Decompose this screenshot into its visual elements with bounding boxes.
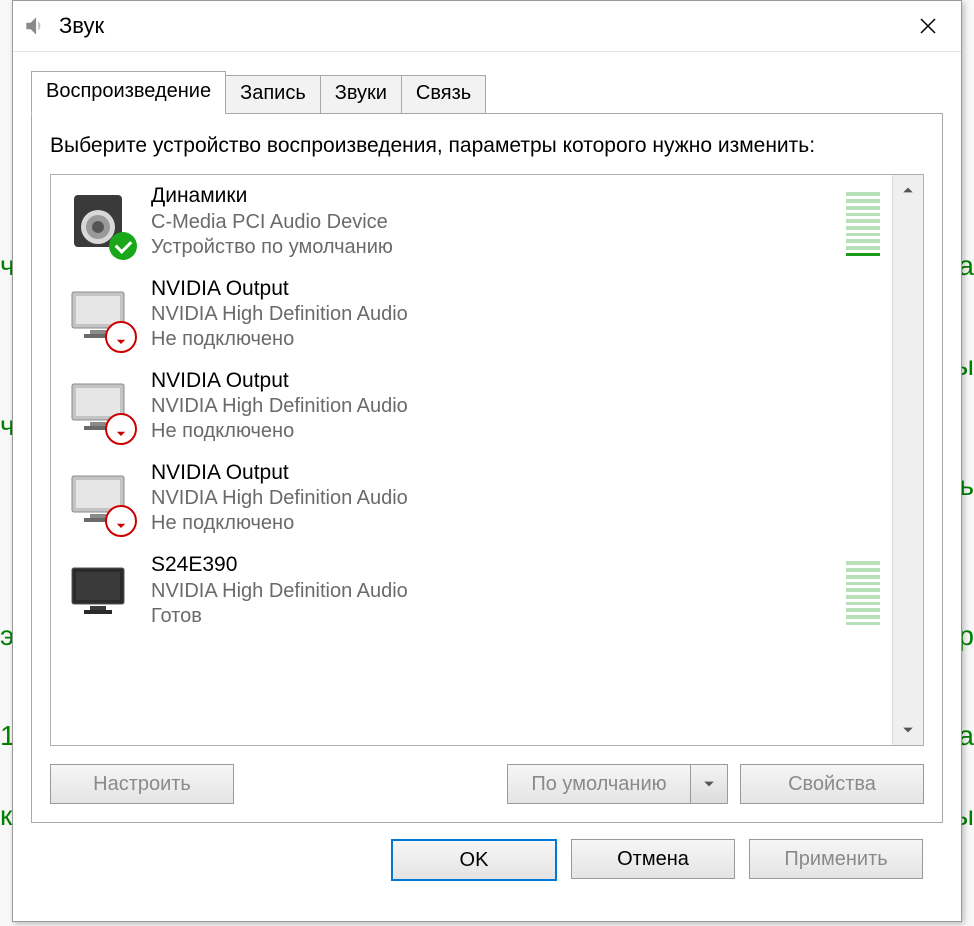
set-default-dropdown[interactable]	[690, 764, 728, 804]
app-icon	[21, 12, 49, 40]
tab-panel-playback: Выберите устройство воспроизведения, пар…	[31, 113, 943, 823]
tab-playback[interactable]: Воспроизведение	[31, 71, 226, 114]
scroll-down-button[interactable]	[893, 715, 923, 745]
titlebar: Звук	[13, 1, 961, 52]
properties-button[interactable]: Свойства	[740, 764, 924, 804]
device-row[interactable]: S24E390NVIDIA High Definition AudioГотов	[51, 544, 892, 636]
device-status: Устройство по умолчанию	[151, 235, 393, 260]
apply-button[interactable]: Применить	[749, 839, 923, 879]
volume-meter	[846, 555, 880, 625]
tab-sounds[interactable]: Звуки	[320, 75, 402, 114]
window-title: Звук	[59, 13, 104, 39]
device-row[interactable]: ДинамикиC-Media PCI Audio DeviceУстройст…	[51, 175, 892, 267]
device-text: S24E390NVIDIA High Definition AudioГотов	[151, 552, 408, 628]
set-default-split-button[interactable]: По умолчанию	[507, 764, 728, 804]
device-row[interactable]: NVIDIA OutputNVIDIA High Definition Audi…	[51, 360, 892, 452]
device-text: NVIDIA OutputNVIDIA High Definition Audi…	[151, 460, 408, 536]
tab-recording[interactable]: Запись	[225, 75, 321, 114]
close-button[interactable]	[903, 6, 953, 46]
device-desc: C-Media PCI Audio Device	[151, 210, 393, 235]
volume-meter	[846, 186, 880, 256]
device-name: NVIDIA Output	[151, 368, 408, 394]
scroll-up-button[interactable]	[893, 175, 923, 205]
scroll-track[interactable]	[893, 205, 923, 715]
device-icon	[63, 463, 133, 533]
device-list[interactable]: ДинамикиC-Media PCI Audio DeviceУстройст…	[50, 174, 924, 746]
device-desc: NVIDIA High Definition Audio	[151, 579, 408, 604]
device-icon	[63, 371, 133, 441]
device-row[interactable]: NVIDIA OutputNVIDIA High Definition Audi…	[51, 452, 892, 544]
device-row[interactable]: NVIDIA OutputNVIDIA High Definition Audi…	[51, 268, 892, 360]
default-badge-icon	[109, 232, 137, 260]
device-status: Не подключено	[151, 327, 408, 352]
device-desc: NVIDIA High Definition Audio	[151, 302, 408, 327]
ok-button[interactable]: OK	[391, 839, 557, 881]
device-name: NVIDIA Output	[151, 276, 408, 302]
sound-dialog: Звук Воспроизведение Запись Звуки Связь …	[12, 0, 962, 922]
disconnected-badge-icon	[105, 321, 137, 353]
instruction-text: Выберите устройство воспроизведения, пар…	[50, 132, 924, 160]
disconnected-badge-icon	[105, 505, 137, 537]
device-name: S24E390	[151, 552, 408, 578]
device-desc: NVIDIA High Definition Audio	[151, 394, 408, 419]
device-icon	[63, 186, 133, 256]
device-name: Динамики	[151, 183, 393, 209]
set-default-button[interactable]: По умолчанию	[507, 764, 690, 804]
device-status: Готов	[151, 604, 408, 629]
device-icon	[63, 279, 133, 349]
device-desc: NVIDIA High Definition Audio	[151, 486, 408, 511]
device-text: NVIDIA OutputNVIDIA High Definition Audi…	[151, 276, 408, 352]
device-name: NVIDIA Output	[151, 460, 408, 486]
scrollbar[interactable]	[892, 175, 923, 745]
tab-strip: Воспроизведение Запись Звуки Связь	[31, 70, 943, 113]
tab-communications[interactable]: Связь	[401, 75, 486, 114]
cancel-button[interactable]: Отмена	[571, 839, 735, 879]
device-text: NVIDIA OutputNVIDIA High Definition Audi…	[151, 368, 408, 444]
disconnected-badge-icon	[105, 413, 137, 445]
device-status: Не подключено	[151, 511, 408, 536]
device-status: Не подключено	[151, 419, 408, 444]
device-icon	[63, 555, 133, 625]
device-text: ДинамикиC-Media PCI Audio DeviceУстройст…	[151, 183, 393, 259]
configure-button[interactable]: Настроить	[50, 764, 234, 804]
